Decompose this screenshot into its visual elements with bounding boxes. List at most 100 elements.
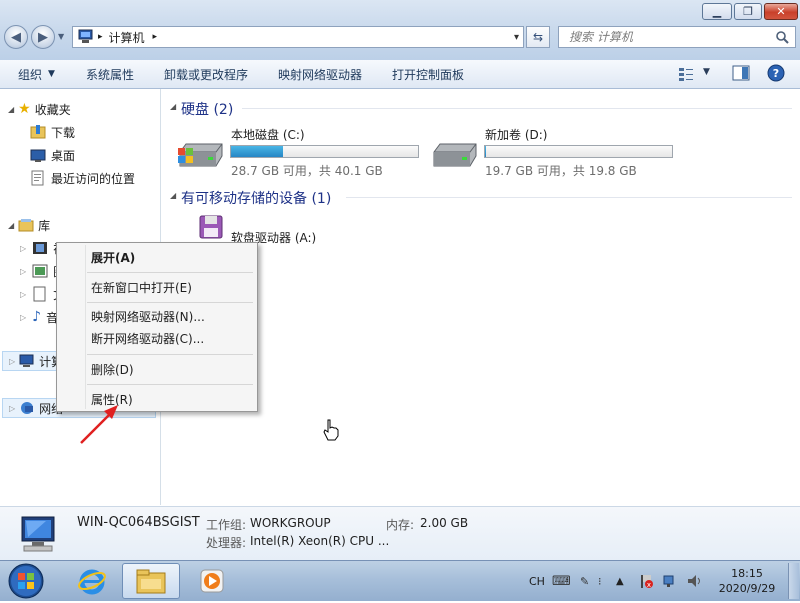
flag-error-icon: x — [641, 575, 653, 589]
action-center-icon[interactable]: x — [638, 561, 654, 601]
expand-arrow-icon[interactable]: ▷ — [9, 357, 15, 366]
view-dropdown-icon[interactable]: ▼ — [703, 67, 710, 77]
chevron-down-icon: ▼ — [48, 69, 55, 79]
view-list-icon — [679, 68, 693, 81]
group-collapse-icon[interactable]: ◢ — [170, 98, 176, 112]
breadcrumb-computer[interactable]: 计算机 — [109, 29, 145, 46]
menu-item-open-new-window[interactable]: 在新窗口中打开(E) — [91, 278, 192, 296]
floppy-drive-icon — [199, 215, 223, 239]
workgroup-value: WORKGROUP — [250, 516, 331, 530]
refresh-icon: ⇆ — [532, 30, 544, 44]
expand-arrow-icon[interactable]: ▷ — [20, 313, 26, 322]
nav-item-desktop[interactable]: 桌面 — [30, 145, 75, 165]
drive-c-space: 28.7 GB 可用，共 40.1 GB — [231, 164, 383, 178]
expand-arrow-icon[interactable]: ▷ — [20, 267, 26, 276]
speaker-icon — [688, 575, 700, 587]
arrow-left-icon: ◀ — [11, 29, 21, 45]
show-desktop-button[interactable] — [788, 563, 799, 599]
close-button[interactable]: ✕ — [764, 3, 798, 20]
nav-item-recent-places[interactable]: 最近访问的位置 — [30, 168, 135, 188]
group-header-hard-disks[interactable]: 硬盘 (2) — [181, 99, 233, 119]
collapse-arrow-icon[interactable]: ◢ — [8, 221, 14, 230]
nav-item-label: 最近访问的位置 — [51, 171, 136, 186]
drive-d[interactable] — [430, 138, 480, 175]
recent-places-icon — [31, 170, 44, 186]
menu-item-map-network-drive[interactable]: 映射网络驱动器(N)... — [91, 307, 205, 325]
show-hidden-icons-icon[interactable]: ▲ — [616, 561, 624, 601]
hard-disk-windows-icon — [178, 143, 223, 167]
nav-favorites-label: 收藏夹 — [34, 102, 71, 117]
network-tray-icon[interactable] — [662, 561, 678, 601]
start-button[interactable] — [6, 562, 46, 600]
menu-separator — [87, 272, 253, 273]
address-bar[interactable]: ▸ 计算机 ▸ ▾ — [72, 26, 524, 48]
network-icon — [21, 402, 34, 414]
drive-d-name[interactable]: 新加卷 (D:) — [485, 126, 547, 143]
command-bar: 组织 ▼ 系统属性 卸载或更改程序 映射网络驱动器 打开控制面板 ▼ ? — [0, 60, 800, 89]
help-icon: ? — [767, 64, 785, 82]
taskbar-explorer-button[interactable] — [122, 563, 180, 599]
clock[interactable]: 18:15 2020/9/29 — [712, 561, 782, 601]
volume-tray-icon[interactable] — [686, 561, 704, 601]
recent-pages-dropdown-icon[interactable]: ▼ — [58, 32, 64, 41]
hand-cursor-icon — [323, 419, 339, 441]
drive-c-usage-fill — [231, 146, 284, 157]
nav-libraries[interactable]: ◢ 库 — [8, 215, 50, 235]
cpu-value: Intel(R) Xeon(R) CPU ... — [250, 534, 390, 548]
search-icon[interactable] — [775, 30, 789, 44]
internet-explorer-icon — [78, 569, 106, 595]
expand-arrow-icon[interactable]: ▷ — [9, 404, 15, 413]
videos-icon — [33, 242, 48, 254]
memory-value: 2.00 GB — [420, 516, 469, 530]
drive-c-name[interactable]: 本地磁盘 (C:) — [231, 126, 305, 143]
organize-label: 组织 — [18, 67, 43, 82]
uninstall-program-button[interactable]: 卸载或更改程序 — [164, 65, 248, 83]
preview-pane-icon — [732, 65, 750, 81]
minimize-button[interactable]: ▁ — [702, 3, 732, 20]
search-input[interactable] — [567, 29, 771, 45]
drive-d-space: 19.7 GB 可用，共 19.8 GB — [485, 164, 637, 178]
forward-button[interactable]: ▶ — [31, 25, 55, 49]
hard-disk-icon — [433, 143, 477, 167]
taskbar-media-player-button[interactable] — [186, 563, 238, 599]
ime-settings-icon[interactable]: ✎ — [580, 561, 589, 601]
language-indicator[interactable]: CH — [529, 561, 545, 601]
preview-pane-button[interactable] — [732, 65, 750, 85]
taskbar-ie-button[interactable] — [66, 563, 118, 599]
taskbar: CH ⌨ ✎ ⁝ ▲ x 18:15 2020/9/29 — [0, 560, 800, 601]
address-dropdown-icon[interactable]: ▾ — [514, 32, 519, 43]
breadcrumb-separator[interactable]: ▸ — [153, 32, 158, 42]
music-note-icon: ♪ — [32, 309, 42, 325]
annotation-arrow — [80, 405, 118, 444]
folder-icon — [136, 569, 166, 594]
help-button[interactable]: ? — [767, 64, 785, 85]
group-header-removable[interactable]: 有可移动存储的设备 (1) — [181, 188, 331, 208]
refresh-button[interactable]: ⇆ — [526, 26, 550, 48]
breadcrumb-separator[interactable]: ▸ — [98, 32, 103, 42]
group-collapse-icon[interactable]: ◢ — [170, 187, 176, 201]
computer-icon — [19, 354, 34, 367]
context-menu: 展开(A) 在新窗口中打开(E) 映射网络驱动器(N)... 断开网络驱动器(C… — [56, 242, 258, 412]
menu-item-expand[interactable]: 展开(A) — [91, 248, 135, 266]
cpu-label: 处理器: — [206, 536, 247, 550]
organize-button[interactable]: 组织 ▼ — [18, 65, 55, 83]
keyboard-icon[interactable]: ⌨ — [552, 561, 571, 601]
maximize-button[interactable]: ❐ — [734, 3, 762, 20]
system-properties-button[interactable]: 系统属性 — [86, 65, 134, 83]
workgroup-label: 工作组: — [206, 518, 247, 532]
map-network-drive-button[interactable]: 映射网络驱动器 — [278, 65, 362, 83]
expand-arrow-icon[interactable]: ▷ — [20, 244, 26, 253]
collapse-arrow-icon[interactable]: ◢ — [8, 105, 14, 114]
back-button[interactable]: ◀ — [4, 25, 28, 49]
expand-arrow-icon[interactable]: ▷ — [20, 290, 26, 299]
ime-help-icon[interactable]: ⁝ — [598, 561, 602, 601]
drive-c[interactable] — [176, 138, 226, 175]
nav-favorites[interactable]: ◢ ★ 收藏夹 — [8, 99, 71, 119]
open-control-panel-button[interactable]: 打开控制面板 — [392, 65, 464, 83]
menu-item-disconnect-network-drive[interactable]: 断开网络驱动器(C)... — [91, 329, 204, 347]
nav-item-downloads[interactable]: 下载 — [30, 122, 75, 142]
menu-item-delete[interactable]: 删除(D) — [91, 360, 134, 378]
memory-label: 内存: — [386, 518, 415, 532]
change-view-button[interactable] — [678, 66, 694, 85]
nav-item-label: 桌面 — [51, 148, 76, 163]
